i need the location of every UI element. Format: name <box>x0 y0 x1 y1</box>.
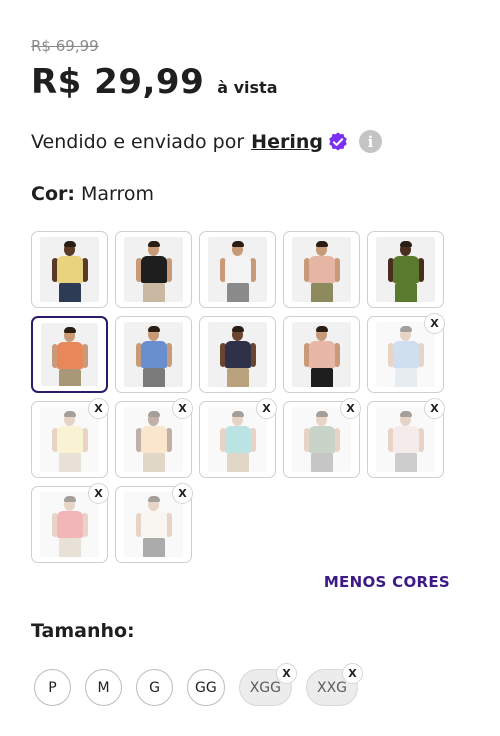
old-price: R$ 69,99 <box>31 37 99 55</box>
info-icon[interactable]: i <box>358 130 382 153</box>
color-swatch[interactable]: X <box>115 398 193 478</box>
swatch-product-photo <box>376 237 435 302</box>
swatch-product-photo <box>376 407 435 472</box>
size-option-label: GG <box>195 679 217 696</box>
swatch-product-photo <box>124 237 183 302</box>
color-swatch[interactable]: X <box>367 313 445 393</box>
seller-info: Vendido e enviado por Hering i <box>31 130 382 153</box>
unavailable-icon: X <box>276 663 297 684</box>
swatch-product-photo <box>41 323 98 386</box>
color-swatch[interactable] <box>31 316 108 393</box>
size-option-label: XGG <box>249 679 281 696</box>
swatch-product-photo <box>124 322 183 387</box>
swatch-product-photo <box>208 322 267 387</box>
unavailable-icon: X <box>88 483 109 504</box>
color-selection-label: Cor: Marrom <box>31 183 154 205</box>
swatch-product-photo <box>40 492 99 557</box>
swatch-product-photo <box>124 407 183 472</box>
size-option-xxg[interactable]: XXG X <box>306 663 364 706</box>
swatch-product-photo <box>208 407 267 472</box>
color-swatch[interactable] <box>199 231 276 308</box>
color-value: Marrom <box>81 183 155 205</box>
unavailable-icon: X <box>88 398 109 419</box>
size-title: Tamanho: <box>31 620 135 642</box>
size-option-label: M <box>97 679 110 696</box>
unavailable-icon: X <box>424 398 445 419</box>
color-swatch[interactable] <box>199 316 276 393</box>
swatch-product-photo <box>40 407 99 472</box>
color-label: Cor: <box>31 183 75 205</box>
swatch-product-photo <box>40 237 99 302</box>
size-option-g[interactable]: G <box>136 669 173 706</box>
size-options: P M G GG XGG X XXG X <box>34 663 372 706</box>
size-option-label: XXG <box>317 679 348 696</box>
price-payment-note: à vista <box>217 78 278 97</box>
size-option-gg[interactable]: GG <box>187 669 225 706</box>
unavailable-icon: X <box>340 398 361 419</box>
verified-badge-icon <box>329 131 347 151</box>
color-swatch[interactable]: X <box>31 398 109 478</box>
swatch-product-photo <box>376 322 435 387</box>
unavailable-icon: X <box>256 398 277 419</box>
size-option-xgg[interactable]: XGG X <box>238 663 297 706</box>
color-swatch[interactable] <box>283 316 360 393</box>
color-swatch[interactable]: X <box>31 483 109 563</box>
current-price: R$ 29,99 <box>31 62 205 102</box>
price-row: R$ 29,99 à vista <box>31 62 277 102</box>
color-swatch[interactable]: X <box>199 398 277 478</box>
color-swatch[interactable] <box>115 231 192 308</box>
unavailable-icon: X <box>342 663 364 684</box>
swatch-product-photo <box>292 322 351 387</box>
unavailable-icon: X <box>424 313 445 334</box>
color-swatch[interactable] <box>367 231 444 308</box>
color-swatch[interactable] <box>31 231 108 308</box>
color-swatch[interactable] <box>115 316 192 393</box>
seller-link[interactable]: Hering <box>251 131 323 153</box>
color-swatch[interactable]: X <box>367 398 445 478</box>
seller-prefix: Vendido e enviado por <box>31 130 245 153</box>
swatch-product-photo <box>208 237 267 302</box>
size-option-label: P <box>48 679 57 696</box>
less-colors-button[interactable]: MENOS CORES <box>324 573 450 591</box>
swatch-product-photo <box>292 237 351 302</box>
size-option-p[interactable]: P <box>34 669 71 706</box>
swatch-product-photo <box>124 492 183 557</box>
size-option-label: G <box>149 679 160 696</box>
color-swatch[interactable] <box>283 231 360 308</box>
unavailable-icon: X <box>172 483 193 504</box>
swatch-product-photo <box>292 407 351 472</box>
color-swatch[interactable]: X <box>115 483 193 563</box>
unavailable-icon: X <box>172 398 193 419</box>
color-swatch[interactable]: X <box>283 398 361 478</box>
size-option-m[interactable]: M <box>85 669 122 706</box>
